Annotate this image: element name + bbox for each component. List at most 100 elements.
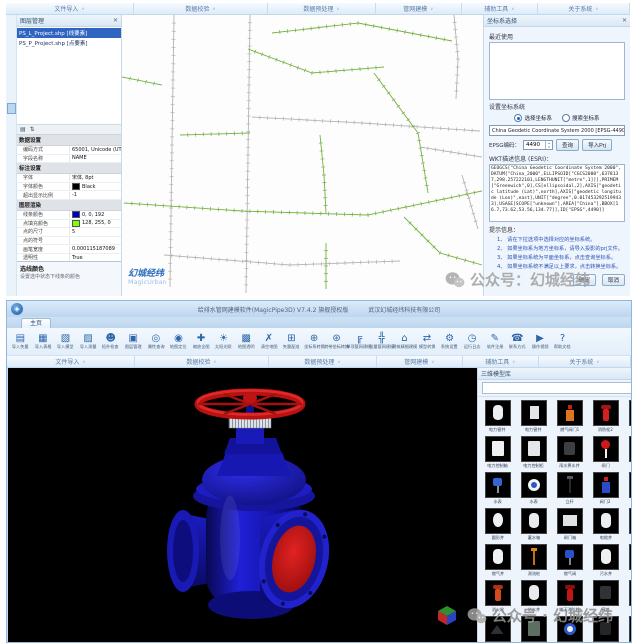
toolbar-button-8[interactable]: ✚缩放全图 [190,333,213,350]
toolbar-button-18[interactable]: ⇄模型转换 [416,333,439,350]
model-item[interactable]: 控制柜 [624,544,632,579]
toolbar-button-20[interactable]: ◷运行日志 [461,333,484,350]
toolbar-button-9[interactable]: ☀太阳光照 [212,333,235,350]
toolbar-button-2[interactable]: ▧导入模型 [54,333,77,350]
model-item[interactable]: 消防栓3 [624,400,632,435]
spinner-icon[interactable]: ▴▾ [545,141,552,149]
toolbar-button-6[interactable]: ◎属性查询 [145,333,168,350]
model-item[interactable]: 闸门 [588,436,623,471]
group-launcher-icon[interactable]: ∨ [81,6,84,11]
ribbon-group-0[interactable]: 文件导入∨ [6,3,134,14]
ribbon-group-2[interactable]: 数据预处理∨ [269,356,377,367]
model-item[interactable]: 闸门箱 [552,508,587,543]
radio-select-coord[interactable]: 选择坐标系 [514,114,552,122]
toolbar-button-19[interactable]: ⚙系统设置 [438,333,461,350]
model-item[interactable]: 雨水箅水井 [552,436,587,471]
toolbar-button-24[interactable]: ?帮助文档 [551,333,574,350]
model-item[interactable]: 圆形井 [480,508,515,543]
close-icon[interactable]: ✕ [113,17,118,24]
model-item[interactable]: 电信井 [624,508,632,543]
model-item[interactable]: 立杆 [552,472,587,507]
3d-viewport[interactable] [8,368,477,643]
toolbar-button-0[interactable]: ▤导入矢量 [9,333,32,350]
property-row[interactable]: 点的尺寸5 [17,228,121,237]
group-launcher-icon[interactable]: ∨ [511,6,514,11]
layer-item[interactable]: PS_L_Project.shp [线要素] [17,28,121,38]
ok-button[interactable]: 确定 [573,274,596,286]
ribbon-group-4[interactable]: 辅助工具∨ [463,356,539,367]
model-item[interactable]: 电缆井 [588,508,623,543]
property-row[interactable]: 点的符号 [17,237,121,246]
group-launcher-icon[interactable]: ∨ [595,6,598,11]
ribbon-group-5[interactable]: 关于系统∨ [538,3,630,14]
model-item[interactable]: 给水井 [516,580,551,615]
group-launcher-icon[interactable]: ∨ [82,359,85,364]
toolbar-button-17[interactable]: ⌂建筑精细建模 [393,333,416,350]
ribbon-group-1[interactable]: 数据校验∨ [135,356,269,367]
toolbar-button-22[interactable]: ☎联系方式 [506,333,529,350]
model-item[interactable] [624,616,632,643]
model-item[interactable] [588,616,623,643]
model-item[interactable]: 路障 [480,616,515,643]
model-item[interactable]: 电力控制箱 [480,436,515,471]
coord-system-dropdown[interactable]: China Geodetic Coordinate System 2000 [E… [489,125,625,136]
group-launcher-icon[interactable]: ∨ [596,359,599,364]
model-item[interactable]: 测流桩 [516,544,551,579]
recent-listbox[interactable] [489,42,625,100]
toolbar-button-23[interactable]: ▶操作视频 [529,333,552,350]
property-row[interactable]: 字段名称NAME [17,155,121,164]
toolbar-button-4[interactable]: ☻拓扑检查 [99,333,122,350]
model-search-input[interactable] [482,382,632,394]
model-item[interactable]: 燃气阀 [552,544,587,579]
toolbar-button-11[interactable]: ✗清空地图 [258,333,281,350]
model-item[interactable]: 蓄水箱 [516,508,551,543]
toolbar-button-1[interactable]: ▦导入表格 [32,333,55,350]
model-item[interactable]: 配电柜 [624,580,632,615]
ribbon-group-1[interactable]: 数据校验∨ [134,3,268,14]
toolbar-button-10[interactable]: ▩地图透明 [235,333,258,350]
property-row[interactable]: 编码方式65001, Unicode (UTF-8), [17,146,121,155]
import-prj-button[interactable]: 导入Prj [582,139,612,151]
model-item[interactable]: 燃气阀门1 [552,400,587,435]
model-item[interactable]: 消防栓2 [588,400,623,435]
model-item[interactable] [552,616,587,643]
model-item[interactable]: 阀门3 [624,472,632,507]
ribbon-group-2[interactable]: 数据预处理∨ [268,3,376,14]
toolbar-button-7[interactable]: ◉地图定位 [167,333,190,350]
group-launcher-icon[interactable]: ∨ [512,359,515,364]
layer-item[interactable]: PS_P_Project.shp [点要素] [17,38,121,48]
toolbar-button-14[interactable]: ⊛跨带坐标转换 [325,333,348,350]
property-row[interactable]: 超出显示比例-1 [17,191,121,200]
model-item[interactable]: 燃气井 [480,544,515,579]
ribbon-group-4[interactable]: 辅助工具∨ [462,3,538,14]
toolbar-button-21[interactable]: ✎软件注册 [483,333,506,350]
model-item[interactable]: 电力窨井 [516,400,551,435]
group-launcher-icon[interactable]: ∨ [431,359,434,364]
radio-search-coord[interactable]: 搜索坐标系 [562,114,600,122]
property-row[interactable]: 字体宋体, 8pt [17,174,121,183]
model-item[interactable]: 地下消防栓 [552,580,587,615]
ribbon-group-3[interactable]: 管网建模∨ [376,3,462,14]
query-button[interactable]: 查询 [556,139,579,151]
cancel-button[interactable]: 取消 [602,274,625,286]
property-row[interactable]: 点填充颜色128, 255, 0 [17,220,121,229]
propertygrid-toolbar-icon-0[interactable]: ▤ [20,126,26,133]
propertygrid-toolbar-icon-1[interactable]: ⇅ [30,126,35,133]
ribbon-group-5[interactable]: 关于系统∨ [539,356,631,367]
property-row[interactable]: 线条颜色0, 0, 192 [17,211,121,220]
group-launcher-icon[interactable]: ∨ [336,6,339,11]
group-launcher-icon[interactable]: ∨ [337,359,340,364]
toolbar-button-13[interactable]: ⊕坐标系转换 [303,333,326,350]
wkt-textarea[interactable]: GEOGCS["China Geodetic Coordinate System… [489,164,625,222]
model-item[interactable]: 电力窨井 [480,400,515,435]
model-item[interactable]: 消火栓 [480,580,515,615]
model-item[interactable]: 电力控制柜 [516,436,551,471]
property-row[interactable]: 画笔宽度0.000115187089 [17,245,121,254]
model-item[interactable]: 方井 [624,436,632,471]
tab-home[interactable]: 主页 [21,318,51,328]
toolbar-button-16[interactable]: ╬批量管网建模 [371,333,394,350]
property-row[interactable]: 透明性True [17,254,121,261]
property-row[interactable]: 字体颜色Black [17,183,121,192]
toolbar-button-5[interactable]: ▣图层管理 [122,333,145,350]
group-launcher-icon[interactable]: ∨ [212,6,215,11]
